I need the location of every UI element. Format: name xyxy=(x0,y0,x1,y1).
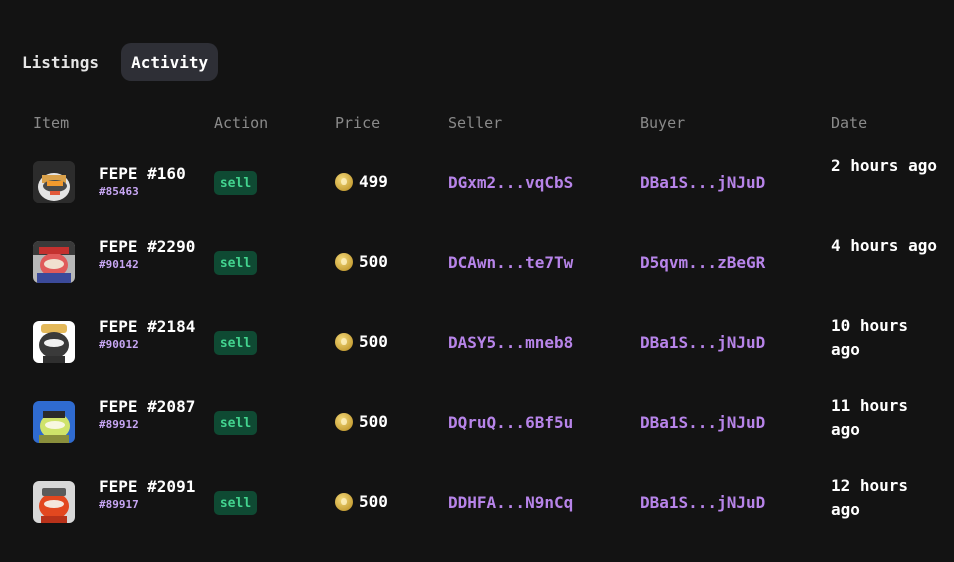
price-cell: 499 xyxy=(335,172,388,191)
nft-thumbnail[interactable] xyxy=(33,161,75,203)
buyer-address[interactable]: DBa1S...jNJuD xyxy=(640,413,765,432)
doge-coin-icon xyxy=(335,172,353,191)
table-row[interactable]: FEPE #160 #85463 sell 499 DGxm2...vqCbS … xyxy=(0,143,954,223)
seller-address[interactable]: DDHFA...N9nCq xyxy=(448,493,573,512)
item-name[interactable]: FEPE #2087 xyxy=(99,399,199,415)
nft-thumbnail[interactable] xyxy=(33,321,75,363)
table-row[interactable]: FEPE #2091 #89917 sell 500 DDHFA...N9nCq… xyxy=(0,463,954,543)
column-header-seller: Seller xyxy=(448,114,503,132)
item-id: #90142 xyxy=(99,258,139,271)
item-name-cell[interactable]: FEPE #2087 #89912 xyxy=(99,399,199,431)
date-cell: 11 hours ago xyxy=(831,396,909,439)
action-badge: sell xyxy=(214,171,257,195)
buyer-address[interactable]: DBa1S...jNJuD xyxy=(640,173,765,192)
buyer-address[interactable]: D5qvm...zBeGR xyxy=(640,253,765,272)
price-cell: 500 xyxy=(335,252,388,271)
item-name-cell[interactable]: FEPE #2184 #90012 xyxy=(99,319,199,351)
action-badge: sell xyxy=(214,331,257,355)
price-value: 499 xyxy=(359,172,388,191)
date-cell: 12 hours ago xyxy=(831,476,909,519)
doge-coin-icon xyxy=(335,332,353,351)
tab-listings[interactable]: Listings xyxy=(12,43,109,81)
column-header-item: Item xyxy=(33,114,70,132)
item-id: #90012 xyxy=(99,338,139,351)
doge-coin-icon xyxy=(335,252,353,271)
item-id: #85463 xyxy=(99,185,139,198)
table-row[interactable]: FEPE #2087 #89912 sell 500 DQruQ...6Bf5u… xyxy=(0,383,954,463)
action-badge: sell xyxy=(214,251,257,275)
item-name[interactable]: FEPE #2290 xyxy=(99,239,199,255)
column-header-date: Date xyxy=(831,114,868,132)
nft-thumbnail[interactable] xyxy=(33,481,75,523)
nft-thumbnail[interactable] xyxy=(33,401,75,443)
doge-coin-icon xyxy=(335,492,353,511)
action-badge: sell xyxy=(214,491,257,515)
date-cell: 10 hours ago xyxy=(831,316,909,359)
buyer-address[interactable]: DBa1S...jNJuD xyxy=(640,493,765,512)
date-cell: 2 hours ago xyxy=(831,156,937,175)
item-id: #89917 xyxy=(99,498,139,511)
doge-coin-icon xyxy=(335,412,353,431)
item-name[interactable]: FEPE #160 xyxy=(99,166,199,182)
price-cell: 500 xyxy=(335,492,388,511)
seller-address[interactable]: DQruQ...6Bf5u xyxy=(448,413,573,432)
price-value: 500 xyxy=(359,332,388,351)
seller-address[interactable]: DASY5...mneb8 xyxy=(448,333,573,352)
date-cell: 4 hours ago xyxy=(831,236,937,255)
column-header-price: Price xyxy=(335,114,381,132)
tab-activity[interactable]: Activity xyxy=(121,43,219,81)
table-row[interactable]: FEPE #2184 #90012 sell 500 DASY5...mneb8… xyxy=(0,303,954,383)
item-name[interactable]: FEPE #2184 xyxy=(99,319,199,335)
item-name[interactable]: FEPE #2091 xyxy=(99,479,199,495)
table-header: Item Action Price Seller Buyer Date xyxy=(0,112,954,134)
item-name-cell[interactable]: FEPE #2091 #89917 xyxy=(99,479,199,511)
seller-address[interactable]: DGxm2...vqCbS xyxy=(448,173,573,192)
price-value: 500 xyxy=(359,492,388,511)
price-cell: 500 xyxy=(335,332,388,351)
tab-bar: Listings Activity xyxy=(12,43,219,81)
price-cell: 500 xyxy=(335,412,388,431)
seller-address[interactable]: DCAwn...te7Tw xyxy=(448,253,573,272)
item-id: #89912 xyxy=(99,418,139,431)
nft-thumbnail[interactable] xyxy=(33,241,75,283)
item-name-cell[interactable]: FEPE #2290 #90142 xyxy=(99,239,199,271)
price-value: 500 xyxy=(359,412,388,431)
price-value: 500 xyxy=(359,252,388,271)
item-name-cell[interactable]: FEPE #160 #85463 xyxy=(99,166,199,198)
table-row[interactable]: FEPE #2290 #90142 sell 500 DCAwn...te7Tw… xyxy=(0,223,954,303)
activity-page: Listings Activity Item Action Price Sell… xyxy=(0,0,954,562)
column-header-buyer: Buyer xyxy=(640,114,686,132)
action-badge: sell xyxy=(214,411,257,435)
column-header-action: Action xyxy=(214,114,269,132)
buyer-address[interactable]: DBa1S...jNJuD xyxy=(640,333,765,352)
